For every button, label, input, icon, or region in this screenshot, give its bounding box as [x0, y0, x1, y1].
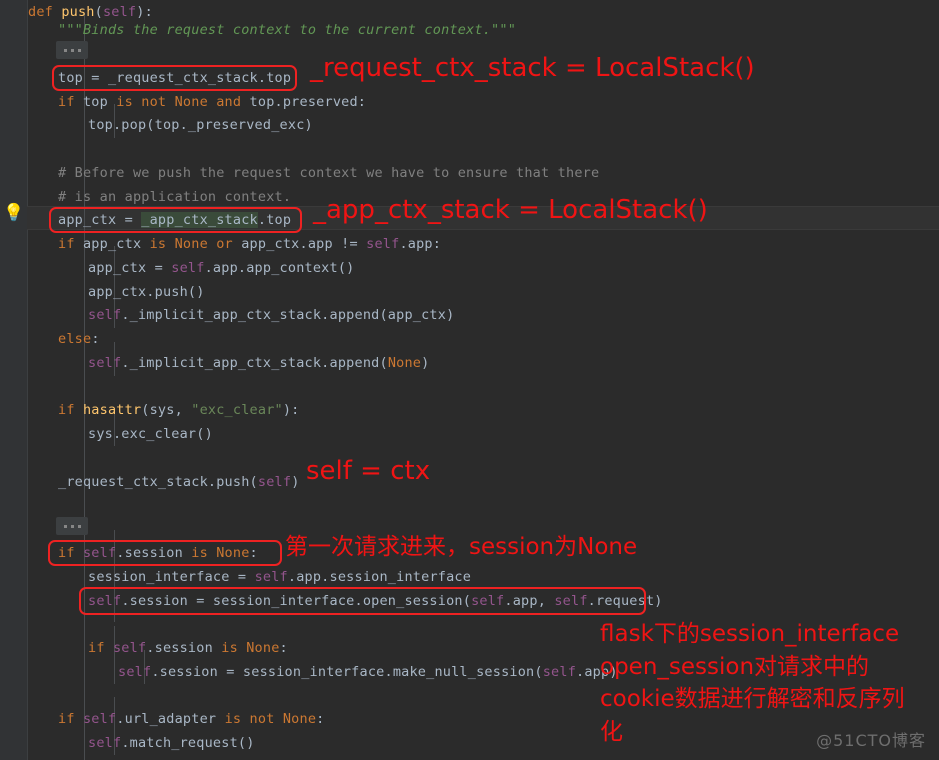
code-line-if-session-none-outer[interactable]: if self.session is None: [58, 541, 258, 565]
code-line-if-hasattr[interactable]: if hasattr(sys, "exc_clear"): [58, 398, 300, 422]
code-line-if-url-adapter[interactable]: if self.url_adapter is not None: [58, 707, 325, 731]
code-line-match-request[interactable]: self.match_request() [88, 731, 255, 755]
code-line-if-app-ctx-none[interactable]: if app_ctx is None or app_ctx.app != sel… [58, 232, 441, 256]
code-line-open-session[interactable]: self.session = session_interface.open_se… [88, 589, 663, 613]
code-line-sys-exc-clear[interactable]: sys.exc_clear() [88, 422, 213, 446]
code-line-comment-app-context[interactable]: # is an application context. [58, 185, 291, 209]
code-line-docstring[interactable]: """Binds the request context to the curr… [58, 18, 516, 42]
annotation-request-ctx-stack: _request_ctx_stack = LocalStack() [310, 53, 755, 83]
annotation-app-ctx-stack: _app_ctx_stack = LocalStack() [313, 195, 708, 225]
annotation-self-equals-ctx: self = ctx [306, 456, 431, 486]
code-fold-marker-2[interactable] [56, 517, 88, 535]
code-line-make-null-session[interactable]: self.session = session_interface.make_nu… [118, 660, 618, 684]
code-line-top-pop[interactable]: top.pop(top._preserved_exc) [88, 113, 313, 137]
annotation-first-request: 第一次请求进来，session为None [285, 534, 638, 560]
code-line-comment-before-push[interactable]: # Before we push the request context we … [58, 161, 599, 185]
code-line-else[interactable]: else: [58, 327, 100, 351]
code-line-top-assign[interactable]: top = _request_ctx_stack.top [58, 66, 291, 90]
code-line-app-ctx-push[interactable]: app_ctx.push() [88, 280, 205, 304]
code-editor-screenshot: 💡 def push(self): """Binds the request c… [0, 0, 939, 760]
code-line-app-ctx-assign[interactable]: app_ctx = _app_ctx_stack.top [58, 208, 291, 232]
code-line-app-ctx-new[interactable]: app_ctx = self.app.app_context() [88, 256, 355, 280]
code-line-session-interface-assign[interactable]: session_interface = self.app.session_int… [88, 565, 471, 589]
code-line-if-session-none-inner[interactable]: if self.session is None: [88, 636, 288, 660]
code-fold-marker-1[interactable] [56, 41, 88, 59]
code-line-implicit-append-ctx[interactable]: self._implicit_app_ctx_stack.append(app_… [88, 303, 454, 327]
code-line-request-ctx-push[interactable]: _request_ctx_stack.push(self) [58, 470, 300, 494]
code-line-if-top-preserved[interactable]: if top is not None and top.preserved: [58, 90, 366, 114]
watermark: @51CTO博客 [816, 731, 926, 750]
code-line-implicit-append-none[interactable]: self._implicit_app_ctx_stack.append(None… [88, 351, 429, 375]
